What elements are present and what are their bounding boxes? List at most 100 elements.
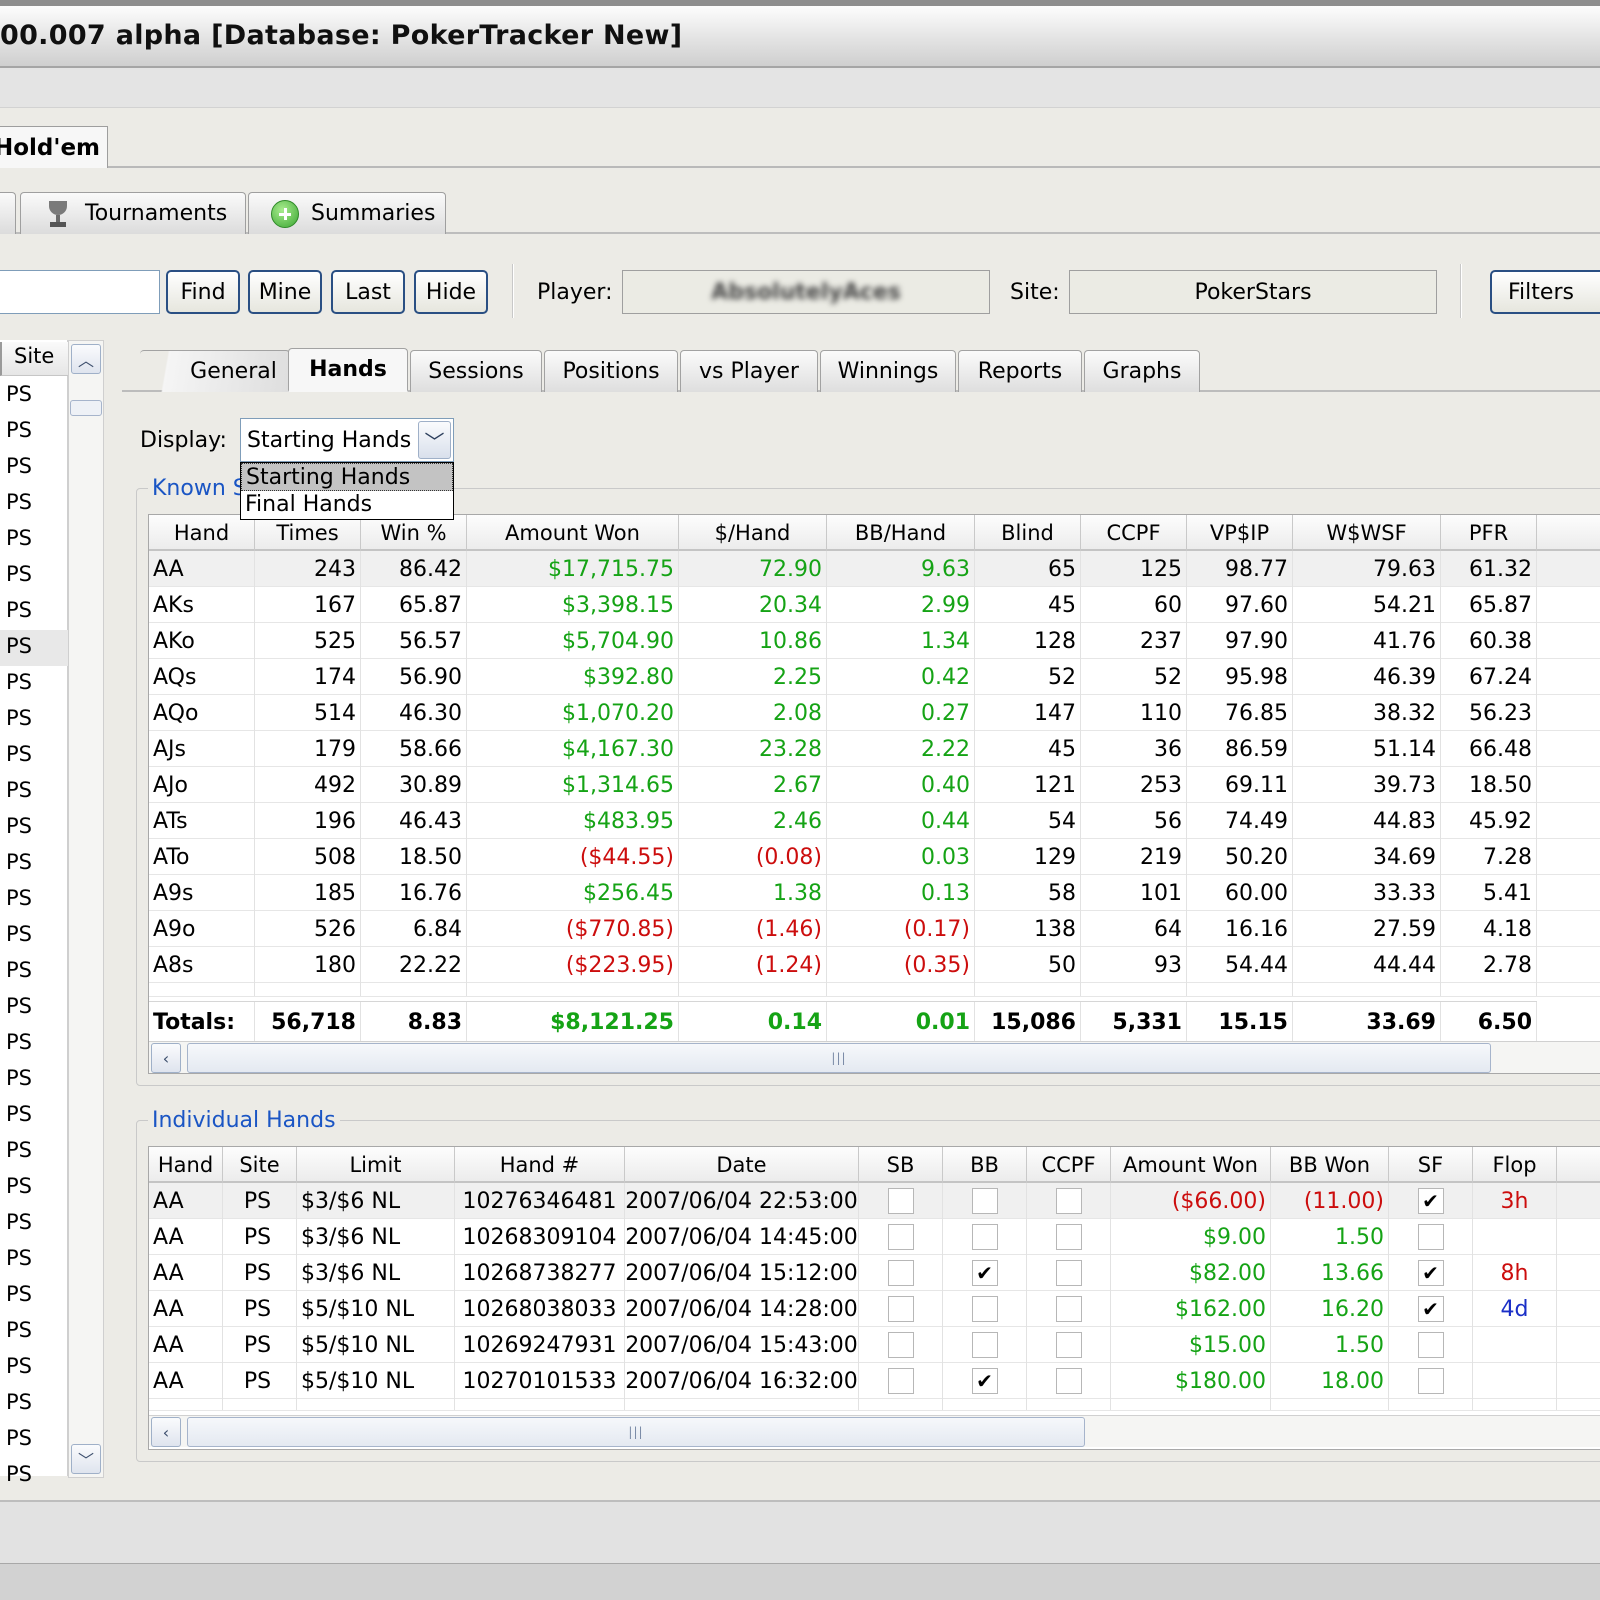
list-item[interactable]: PS — [0, 738, 68, 774]
player-field[interactable]: AbsolutelyAces — [622, 270, 990, 314]
bb-checkbox[interactable]: ✔ — [971, 1260, 998, 1286]
column-header[interactable]: Times — [255, 515, 361, 551]
list-item[interactable]: PS — [0, 1242, 68, 1278]
column-header[interactable]: $/Hand — [679, 515, 827, 551]
individual-table-hscroll-thumb[interactable]: ||| — [187, 1417, 1085, 1447]
column-header[interactable]: Site — [223, 1147, 297, 1183]
session-site-list[interactable]: PS PS PS PS PS PS PS PS PS PS PS PS PS PS PS PS PS PS PS PS… — [0, 340, 68, 1486]
sb-checkbox[interactable] — [887, 1296, 914, 1322]
column-header[interactable]: VP$IP — [1187, 515, 1293, 551]
mine-button[interactable]: Mine — [248, 270, 322, 314]
column-header[interactable]: SB — [859, 1147, 943, 1183]
display-options-list[interactable]: Starting Hands Final Hands — [240, 462, 454, 520]
column-header[interactable]: Amount Won — [1111, 1147, 1271, 1183]
sb-checkbox[interactable] — [887, 1224, 914, 1250]
list-item[interactable]: PS — [0, 1026, 68, 1062]
table-row[interactable]: AA PS $5/$10 NL 10268038033 2007/06/04 14:28… — [149, 1291, 1600, 1327]
table-row[interactable]: A9s 185 16.76 $256.45 1.38 0.13 58 101 60.00 33.3… — [149, 875, 1600, 911]
list-item[interactable]: PS — [0, 1314, 68, 1350]
known-table-hscroll[interactable]: ‹ ||| — [149, 1041, 1600, 1073]
list-item[interactable]: PS — [0, 414, 68, 450]
list-item[interactable]: PS — [0, 846, 68, 882]
scroll-up-button[interactable]: ︿ — [71, 344, 101, 374]
table-row[interactable]: AKo 525 56.57 $5,704.90 10.86 1.34 128 237 97.90… — [149, 623, 1600, 659]
bb-checkbox[interactable] — [971, 1332, 998, 1358]
list-item[interactable]: PS — [0, 810, 68, 846]
sf-checkbox[interactable] — [1417, 1332, 1444, 1358]
column-header[interactable]: Date — [625, 1147, 859, 1183]
column-header[interactable]: BB/Hand — [827, 515, 975, 551]
column-header[interactable]: CCPF — [1081, 515, 1187, 551]
display-dropdown-button[interactable]: ﹀ — [418, 421, 451, 459]
tab-holdem[interactable]: Hold'em — [0, 126, 108, 168]
tab-tournaments[interactable]: Tournaments — [20, 192, 246, 234]
column-header[interactable]: BB Won — [1271, 1147, 1389, 1183]
tab-vs-player[interactable]: vs Player — [680, 350, 818, 392]
sf-checkbox[interactable]: ✔ — [1417, 1260, 1444, 1286]
column-header[interactable]: PFR — [1441, 515, 1537, 551]
tab-general[interactable]: General — [140, 350, 290, 392]
table-row[interactable]: AA PS $3/$6 NL 10268309104 2007/06/04 14:45:… — [149, 1219, 1600, 1255]
list-item[interactable]: PS — [0, 774, 68, 810]
tab-hands[interactable]: Hands — [288, 348, 408, 392]
scroll-left-button[interactable]: ‹ — [151, 1417, 181, 1447]
filters-button[interactable]: Filters — [1490, 270, 1600, 314]
table-row[interactable]: AQs 174 56.90 $392.80 2.25 0.42 52 52 95.98 46.39… — [149, 659, 1600, 695]
list-item[interactable]: PS — [0, 1170, 68, 1206]
table-row[interactable]: AJo 492 30.89 $1,314.65 2.67 0.40 121 253 69.11 3… — [149, 767, 1600, 803]
column-header[interactable]: BB — [943, 1147, 1027, 1183]
list-item[interactable]: PS — [0, 378, 68, 414]
list-item[interactable]: PS — [0, 630, 68, 666]
list-item[interactable]: PS — [0, 522, 68, 558]
list-item[interactable]: PS — [0, 1134, 68, 1170]
ccpf-checkbox[interactable] — [1055, 1260, 1082, 1286]
column-header[interactable]: W$WSF — [1293, 515, 1441, 551]
table-row[interactable]: AA PS $3/$6 NL 10276346481 2007/06/04 22:53:… — [149, 1183, 1600, 1219]
option-final-hands[interactable]: Final Hands — [241, 491, 453, 519]
list-item[interactable]: PS — [0, 702, 68, 738]
list-item[interactable]: PS — [0, 1098, 68, 1134]
list-item[interactable]: PS — [0, 666, 68, 702]
ccpf-checkbox[interactable] — [1055, 1188, 1082, 1214]
ccpf-checkbox[interactable] — [1055, 1332, 1082, 1358]
sf-checkbox[interactable] — [1417, 1224, 1444, 1250]
column-header[interactable]: Hand — [149, 1147, 223, 1183]
table-row[interactable]: ATs 196 46.43 $483.95 2.46 0.44 54 56 74.49 44.83… — [149, 803, 1600, 839]
table-row[interactable]: AKs 167 65.87 $3,398.15 20.34 2.99 45 60 97.60 54… — [149, 587, 1600, 623]
tab-positions[interactable]: Positions — [544, 350, 678, 392]
tab-summaries[interactable]: Summaries — [248, 192, 446, 234]
column-header[interactable]: Hand — [149, 515, 255, 551]
list-item[interactable]: PS — [0, 594, 68, 630]
sb-checkbox[interactable] — [887, 1368, 914, 1394]
bb-checkbox[interactable] — [971, 1188, 998, 1214]
list-item[interactable]: PS — [0, 1350, 68, 1386]
list-item[interactable]: PS — [0, 450, 68, 486]
bb-checkbox[interactable]: ✔ — [971, 1368, 998, 1394]
list-item[interactable]: PS — [0, 918, 68, 954]
list-item[interactable]: PS — [0, 1458, 68, 1494]
table-row[interactable]: ATo 508 18.50 ($44.55) (0.08) 0.03 129 219 50.20… — [149, 839, 1600, 875]
table-row[interactable]: AJs 179 58.66 $4,167.30 23.28 2.22 45 36 86.59 51… — [149, 731, 1600, 767]
individual-hands-table[interactable]: Hand Site Limit Hand # Date SB BB CCPF Amount Wo… — [148, 1146, 1600, 1450]
known-hands-table[interactable]: Hand Times Win % Amount Won $/Hand BB/Hand Bli… — [148, 514, 1600, 1074]
find-button[interactable]: Find — [166, 270, 240, 314]
ccpf-checkbox[interactable] — [1055, 1224, 1082, 1250]
table-row[interactable]: AA PS $5/$10 NL 10270101533 2007/06/04 16:32… — [149, 1363, 1600, 1399]
column-header[interactable]: Hand # — [455, 1147, 625, 1183]
list-item[interactable]: PS — [0, 1386, 68, 1422]
column-header[interactable]: Blind — [975, 515, 1081, 551]
tab-hidden-left[interactable] — [0, 192, 16, 234]
list-item[interactable]: PS — [0, 990, 68, 1026]
tab-reports[interactable]: Reports — [958, 350, 1082, 392]
search-input[interactable] — [0, 270, 160, 314]
sb-checkbox[interactable] — [887, 1332, 914, 1358]
table-row[interactable]: AA PS $5/$10 NL 10269247931 2007/06/04 15:43… — [149, 1327, 1600, 1363]
known-table-hscroll-thumb[interactable]: ||| — [187, 1043, 1491, 1073]
table-row[interactable]: AA PS $3/$6 NL 10268738277 2007/06/04 15:12:… — [149, 1255, 1600, 1291]
ccpf-checkbox[interactable] — [1055, 1368, 1082, 1394]
hide-button[interactable]: Hide — [414, 270, 488, 314]
scroll-left-button[interactable]: ‹ — [151, 1043, 181, 1073]
table-row[interactable]: A9o 526 6.84 ($770.85) (1.46) (0.17) 138 64 16.1… — [149, 911, 1600, 947]
last-button[interactable]: Last — [331, 270, 405, 314]
option-starting-hands[interactable]: Starting Hands — [241, 463, 453, 491]
